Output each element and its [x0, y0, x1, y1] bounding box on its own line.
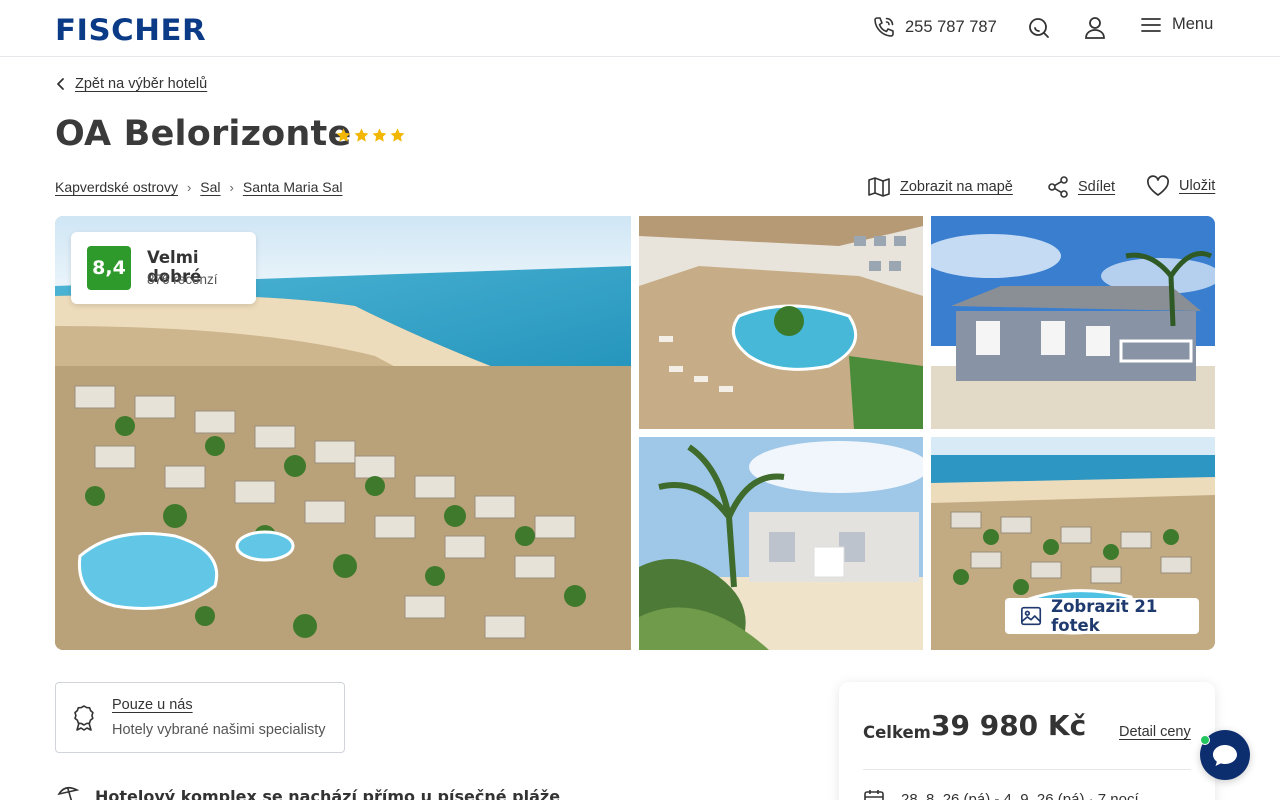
- travel-dates[interactable]: 28. 8. 26 (pá) - 4. 9. 26 (pá) · 7 nocí: [863, 788, 1139, 800]
- show-map-label: Zobrazit na mapě: [900, 179, 1013, 195]
- save-link[interactable]: Uložit: [1146, 175, 1215, 197]
- share-icon: [1048, 176, 1068, 198]
- hotel-stars: [335, 127, 406, 144]
- phone-link[interactable]: 255 787 787: [872, 15, 997, 39]
- exclusive-badge: Pouze u nás Hotely vybrané našimi specia…: [55, 682, 345, 753]
- account-button[interactable]: [1084, 16, 1108, 40]
- star-icon: [390, 128, 405, 142]
- chat-button[interactable]: [1200, 730, 1250, 780]
- search-button[interactable]: [1027, 16, 1051, 40]
- image-icon: [1021, 606, 1042, 626]
- hamburger-icon: [1141, 17, 1161, 32]
- fischer-logo[interactable]: FISCHER: [55, 13, 206, 47]
- feature-text: Hotelový komplex se nachází přímo u píse…: [95, 786, 561, 800]
- exclusive-subtitle: Hotely vybrané našimi specialisty: [112, 722, 326, 738]
- price-label: Celkem: [863, 723, 931, 742]
- breadcrumb-island[interactable]: Sal: [200, 179, 220, 195]
- gallery-photo[interactable]: [639, 437, 923, 650]
- menu-label: Menu: [1172, 15, 1214, 33]
- menu-button[interactable]: Menu: [1140, 15, 1213, 34]
- breadcrumb: Kapverdské ostrovy › Sal › Santa Maria S…: [55, 179, 342, 195]
- gallery-photo[interactable]: [639, 216, 923, 429]
- heart-icon: [1147, 175, 1169, 196]
- star-icon: [336, 128, 351, 142]
- hotel-name: OA Belorizonte: [55, 114, 352, 154]
- map-icon: [868, 177, 890, 197]
- rating-card[interactable]: 8,4 Velmi dobré 876 recenzí: [71, 232, 256, 304]
- star-icon: [354, 128, 369, 142]
- share-label: Sdílet: [1078, 179, 1116, 195]
- price-detail-link[interactable]: Detail ceny: [1119, 724, 1191, 740]
- back-to-hotels-link[interactable]: Zpět na výběr hotelů: [55, 76, 207, 92]
- price-amount: 39 980 Kč: [931, 709, 1087, 742]
- review-count: 876 recenzí: [147, 272, 218, 287]
- breadcrumb-resort[interactable]: Santa Maria Sal: [243, 179, 343, 195]
- phone-icon: [874, 17, 894, 37]
- chat-bubble-icon: [1213, 745, 1237, 766]
- main-photo[interactable]: 8,4 Velmi dobré 876 recenzí: [55, 216, 631, 650]
- back-link-label: Zpět na výběr hotelů: [75, 76, 208, 92]
- divider: [863, 769, 1191, 770]
- online-indicator: [1200, 735, 1210, 745]
- breadcrumb-separator: ›: [229, 179, 234, 195]
- save-label: Uložit: [1179, 178, 1216, 194]
- calendar-icon: [864, 790, 884, 800]
- award-icon: [74, 705, 94, 731]
- rating-score: 8,4: [87, 246, 131, 290]
- beach-umbrella-icon: [57, 786, 80, 800]
- user-icon: [1085, 17, 1105, 39]
- share-link[interactable]: Sdílet: [1047, 175, 1115, 199]
- price-panel: Celkem 39 980 Kč Detail ceny 28. 8. 26 (…: [839, 682, 1215, 800]
- breadcrumb-separator: ›: [186, 179, 192, 195]
- show-map-link[interactable]: Zobrazit na mapě: [867, 175, 1013, 199]
- photo-gallery: 8,4 Velmi dobré 876 recenzí Zobrazit 21 …: [55, 216, 1215, 650]
- feature-beach: Hotelový komplex se nachází přímo u píse…: [55, 784, 560, 800]
- gallery-photo[interactable]: [931, 216, 1215, 429]
- exclusive-title[interactable]: Pouze u nás: [112, 697, 193, 713]
- travel-dates-text: 28. 8. 26 (pá) - 4. 9. 26 (pá) · 7 nocí: [901, 790, 1139, 800]
- star-icon: [372, 128, 387, 142]
- breadcrumb-country[interactable]: Kapverdské ostrovy: [55, 179, 178, 195]
- show-photos-button[interactable]: Zobrazit 21 fotek: [1005, 597, 1199, 635]
- search-icon: [1029, 18, 1049, 38]
- phone-number: 255 787 787: [905, 17, 997, 36]
- show-photos-label: Zobrazit 21 fotek: [1051, 597, 1158, 635]
- site-header: FISCHER 255 787 787 Menu: [0, 0, 1280, 57]
- chevron-left-icon: [57, 78, 64, 90]
